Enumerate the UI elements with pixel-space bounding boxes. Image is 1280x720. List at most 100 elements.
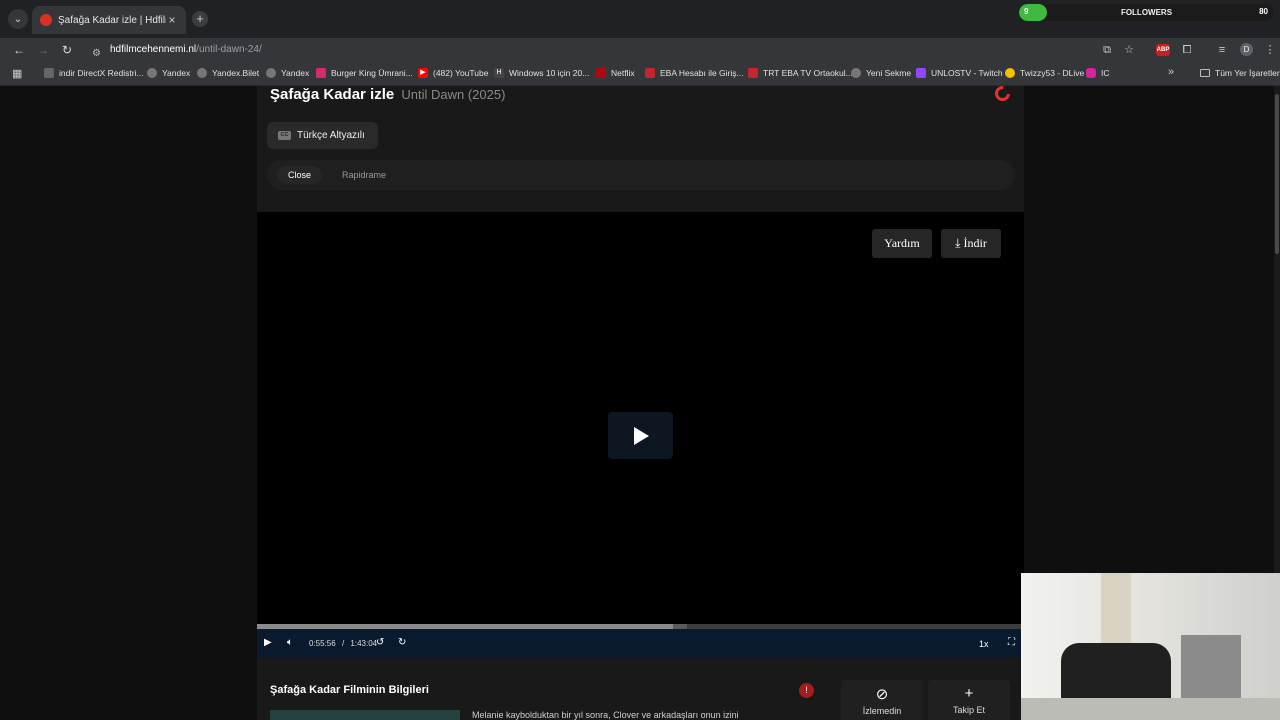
- cast-icon[interactable]: ⧉: [1099, 42, 1115, 58]
- download-button[interactable]: ⤓ İndir: [941, 229, 1001, 258]
- bookmark-star-icon[interactable]: ☆: [1121, 42, 1137, 58]
- closed-captions-icon: CC: [278, 131, 291, 140]
- bookmark-item[interactable]: Yandex: [147, 68, 190, 78]
- followers-goal-widget: 9 FOLLOWERS 80: [1019, 4, 1274, 21]
- main-content: Şafağa Kadar izle Until Dawn (2025) CC T…: [257, 86, 1024, 720]
- forward-10-icon[interactable]: ↻: [398, 637, 406, 648]
- followers-goal: 80: [1259, 7, 1268, 16]
- bookmark-item[interactable]: Yeni Sekme: [851, 68, 911, 78]
- address-path: /until-dawn-24/: [196, 44, 262, 55]
- bookmark-item[interactable]: ▶ (482) YouTube: [418, 68, 488, 78]
- duration: 1:43:04: [350, 639, 378, 648]
- play-icon: [634, 427, 649, 445]
- bookmark-item[interactable]: IC: [1086, 68, 1110, 78]
- original-title: Until Dawn (2025): [401, 87, 506, 102]
- server-selector: Close Rapidrame: [267, 160, 1015, 190]
- bookmark-item[interactable]: EBA Hesabı ile Giriş...: [645, 68, 744, 78]
- help-button[interactable]: Yardım: [872, 229, 932, 258]
- page-title: Şafağa Kadar izle Until Dawn (2025): [270, 86, 505, 103]
- download-button-label: İndir: [963, 236, 987, 250]
- video-player[interactable]: Yardım ⤓ İndir ▶ 🔈︎ 0:55:56 / 1:43:04 ↺ …: [257, 212, 1024, 658]
- server-tab-rapidrame[interactable]: Rapidrame: [331, 166, 397, 184]
- menu-dots-icon[interactable]: ⋮: [1262, 42, 1278, 58]
- address-domain: hdfilmcehennemi.nl: [110, 44, 197, 55]
- bookmark-item[interactable]: Netflix: [596, 68, 635, 78]
- youtube-icon: ▶: [418, 68, 428, 78]
- new-tab-plus-icon[interactable]: +: [192, 11, 208, 27]
- site-info-icon[interactable]: ⚙: [92, 44, 101, 64]
- server-tab-close[interactable]: Close: [277, 166, 323, 184]
- bookmark-item[interactable]: TRT EBA TV Ortaokul...: [748, 68, 853, 78]
- play-icon[interactable]: ▶: [264, 637, 272, 648]
- browser-tab[interactable]: Şafağa Kadar izle | Hdfilmcehen ×: [32, 6, 186, 34]
- time-display: 0:55:56 / 1:43:04: [309, 639, 377, 648]
- address-bar[interactable]: ⚙ hdfilmcehennemi.nl/until-dawn-24/: [86, 40, 1146, 60]
- playback-speed[interactable]: 1x: [979, 639, 989, 649]
- netflix-icon: [596, 68, 606, 78]
- bookmark-item[interactable]: Burger King Ümrani...: [316, 68, 413, 78]
- globe-icon: [266, 68, 276, 78]
- bookmark-item[interactable]: Twizzy53 - DLive: [1005, 68, 1084, 78]
- movie-description: Melanie kaybolduktan bir yıl sonra, Clov…: [472, 710, 739, 720]
- more-bookmarks-chevron-icon[interactable]: »: [1168, 66, 1174, 78]
- forward-arrow-icon[interactable]: →: [35, 42, 51, 58]
- globe-icon: [147, 68, 157, 78]
- bookmark-item[interactable]: indir DirectX Redistri...: [44, 68, 144, 78]
- folder-icon: [1200, 69, 1210, 77]
- reload-icon[interactable]: ↻: [59, 42, 75, 58]
- all-bookmarks-folder[interactable]: Tüm Yer İşaretleri: [1200, 68, 1280, 78]
- bookmark-item[interactable]: H Windows 10 için 20...: [494, 68, 589, 78]
- close-tab-icon[interactable]: ×: [166, 13, 178, 27]
- volume-icon[interactable]: 🔈︎: [287, 637, 293, 648]
- dlive-icon: [1005, 68, 1015, 78]
- rewind-10-icon[interactable]: ↺: [376, 637, 384, 648]
- tab-strip: ⌄ Şafağa Kadar izle | Hdfilmcehen × + 9 …: [0, 0, 1280, 38]
- report-alert-icon[interactable]: !: [799, 683, 814, 698]
- eba-icon: [645, 68, 655, 78]
- windows-h-icon: H: [494, 68, 504, 78]
- bookmarks-bar: ▦ indir DirectX Redistri... Yandex Yande…: [0, 62, 1280, 86]
- watched-toggle-label: İzlemedin: [862, 706, 902, 716]
- globe-icon: [851, 68, 861, 78]
- subtitle-button-label: Türkçe Altyazılı: [297, 130, 365, 141]
- bookmark-item[interactable]: Yandex: [266, 68, 309, 78]
- webcam-door: [1101, 573, 1131, 653]
- burger-king-icon: [316, 68, 326, 78]
- player-controls: ▶ 🔈︎ 0:55:56 / 1:43:04 ↺ ↻ 1x ⛶: [257, 629, 1024, 658]
- watched-toggle-button[interactable]: ⊘ İzlemedin: [841, 680, 923, 720]
- follow-label: Takip Et: [952, 705, 985, 715]
- download-icon: ⤓: [955, 236, 961, 250]
- apps-grid-icon[interactable]: ▦: [12, 67, 22, 80]
- tab-search-chevron-icon[interactable]: ⌄: [8, 9, 28, 29]
- trt-icon: [748, 68, 758, 78]
- globe-icon: [197, 68, 207, 78]
- instagram-icon: [1086, 68, 1096, 78]
- tab-title: Şafağa Kadar izle | Hdfilmcehen: [58, 14, 166, 26]
- bookmark-item[interactable]: UNLOSTV - Twitch: [916, 68, 1003, 78]
- subtitle-language-button[interactable]: CC Türkçe Altyazılı: [267, 122, 378, 149]
- browser-toolbar: ← → ↻ ⚙ hdfilmcehennemi.nl/until-dawn-24…: [0, 38, 1280, 62]
- adblock-plus-icon[interactable]: ABP: [1156, 44, 1170, 56]
- fullscreen-icon[interactable]: ⛶: [1008, 637, 1015, 648]
- current-time: 0:55:56: [309, 639, 336, 648]
- webcam-desk: [1021, 698, 1280, 720]
- site-favicon-icon: [40, 14, 52, 26]
- movie-poster-thumbnail: [270, 710, 460, 720]
- profile-avatar[interactable]: D: [1240, 43, 1253, 56]
- extensions-puzzle-icon[interactable]: ⧠: [1179, 42, 1195, 58]
- bookmark-favicon-icon: [44, 68, 54, 78]
- site-g-logo-icon: [991, 86, 1014, 105]
- twitch-icon: [916, 68, 926, 78]
- plus-icon: +: [964, 685, 974, 702]
- eye-off-icon: ⊘: [875, 686, 889, 703]
- time-separator: /: [341, 639, 345, 648]
- scrollbar-thumb[interactable]: [1275, 94, 1279, 254]
- media-controls-icon[interactable]: ≡: [1214, 42, 1230, 58]
- follow-button[interactable]: + Takip Et: [928, 680, 1010, 720]
- back-arrow-icon[interactable]: ←: [11, 42, 27, 58]
- big-play-button[interactable]: [608, 412, 673, 459]
- bookmark-item[interactable]: Yandex.Bilet: [197, 68, 259, 78]
- movie-title: Şafağa Kadar izle: [270, 86, 395, 103]
- webcam-overlay: [1021, 573, 1280, 720]
- followers-label: FOLLOWERS: [1120, 8, 1173, 17]
